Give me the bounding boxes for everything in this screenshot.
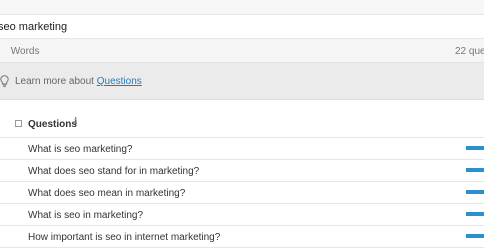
list-header: Questions ℹ (0, 113, 484, 138)
info-icon[interactable]: ℹ (74, 116, 77, 127)
volume-bar (466, 168, 484, 172)
list-item[interactable]: How important is seo in internet marketi… (0, 226, 484, 248)
group-row[interactable]: Words 22 ques (0, 39, 484, 63)
question-text: What does seo mean in marketing? (28, 188, 186, 199)
keyword-row[interactable]: seo marketing (0, 15, 484, 39)
list-item[interactable]: What is seo marketing? (0, 138, 484, 160)
info-label: Learn more about (15, 76, 94, 87)
question-count: 22 ques (455, 46, 484, 57)
volume-bar (466, 190, 484, 194)
volume-bar (466, 234, 484, 238)
select-all-checkbox[interactable] (15, 120, 22, 127)
keyword-text: seo marketing (0, 21, 68, 33)
questions-link[interactable]: Questions (97, 76, 142, 87)
list-item[interactable]: What is seo in marketing? (0, 204, 484, 226)
volume-bar (466, 146, 484, 150)
list-item[interactable]: What does seo mean in marketing? (0, 182, 484, 204)
question-text: What is seo in marketing? (28, 210, 144, 221)
question-text: What is seo marketing? (28, 144, 133, 155)
column-header-questions: Questions (28, 119, 77, 130)
questions-list: Questions ℹ What is seo marketing? What … (0, 100, 484, 252)
group-tab-label: Words (10, 46, 40, 57)
question-text: How important is seo in internet marketi… (28, 232, 221, 243)
group-tab[interactable]: Words (0, 46, 40, 57)
lightbulb-icon (0, 75, 9, 88)
list-item[interactable]: What does seo stand for in marketing? (0, 160, 484, 182)
volume-bar (466, 212, 484, 216)
top-strip (0, 0, 484, 15)
info-banner: Learn more about Questions (0, 63, 484, 100)
question-text: What does seo stand for in marketing? (28, 166, 200, 177)
info-text: Learn more about Questions (15, 76, 142, 87)
